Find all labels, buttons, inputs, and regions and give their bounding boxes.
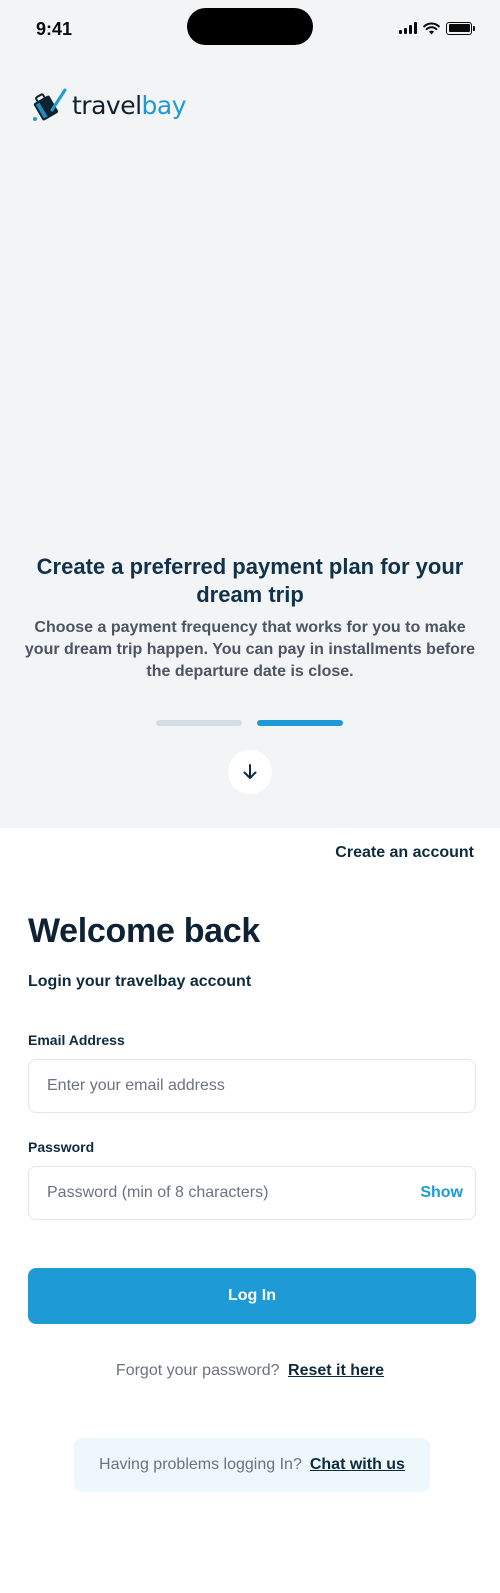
login-button[interactable]: Log In [28, 1268, 476, 1324]
email-field[interactable] [29, 1060, 475, 1112]
login-screen: 9:41 travel bay Create a preferred payme… [0, 0, 500, 1593]
email-field-wrapper [28, 1059, 476, 1113]
help-banner: Having problems logging In? Chat with us [74, 1438, 430, 1492]
dynamic-island [187, 8, 313, 45]
carousel-pager [156, 720, 343, 726]
pager-indicator-1[interactable] [156, 720, 242, 726]
onboarding-title: Create a preferred payment plan for your… [36, 554, 464, 607]
scroll-down-button[interactable] [228, 750, 272, 794]
wifi-icon [423, 21, 440, 34]
onboarding-description: Choose a payment frequency that works fo… [24, 619, 476, 680]
status-time: 9:41 [36, 19, 73, 39]
password-field-wrapper: Show [28, 1166, 476, 1220]
email-label: Email Address [28, 1032, 125, 1048]
status-icons [399, 20, 475, 36]
battery-icon [446, 21, 475, 35]
travelbay-logo: travel bay [28, 86, 187, 124]
create-account-link[interactable]: Create an account [335, 844, 474, 862]
page-subtitle: Login your travelbay account [28, 973, 252, 990]
arrow-down-icon [243, 764, 257, 779]
password-field[interactable] [29, 1167, 475, 1219]
pager-indicator-2[interactable] [257, 720, 343, 726]
reset-password-link[interactable]: Reset it here [288, 1362, 384, 1379]
logo-wordmark: travel bay [72, 90, 187, 120]
page-title: Welcome back [28, 912, 260, 950]
onboarding-hero: 9:41 travel bay Create a preferred payme… [0, 0, 500, 828]
logo-text-travel: travel [72, 90, 142, 120]
show-password-button[interactable]: Show [420, 1184, 463, 1202]
forgot-password-text: Forgot your password? [115, 1362, 280, 1379]
help-text: Having problems logging In? [99, 1456, 302, 1473]
suitcase-logo-icon [33, 88, 67, 121]
chat-with-us-link[interactable]: Chat with us [310, 1456, 405, 1474]
logo-text-bay: bay [141, 90, 187, 120]
forgot-password-row: Forgot your password? Reset it here [0, 1362, 500, 1380]
cellular-signal-icon [399, 22, 417, 34]
password-label: Password [28, 1139, 95, 1155]
